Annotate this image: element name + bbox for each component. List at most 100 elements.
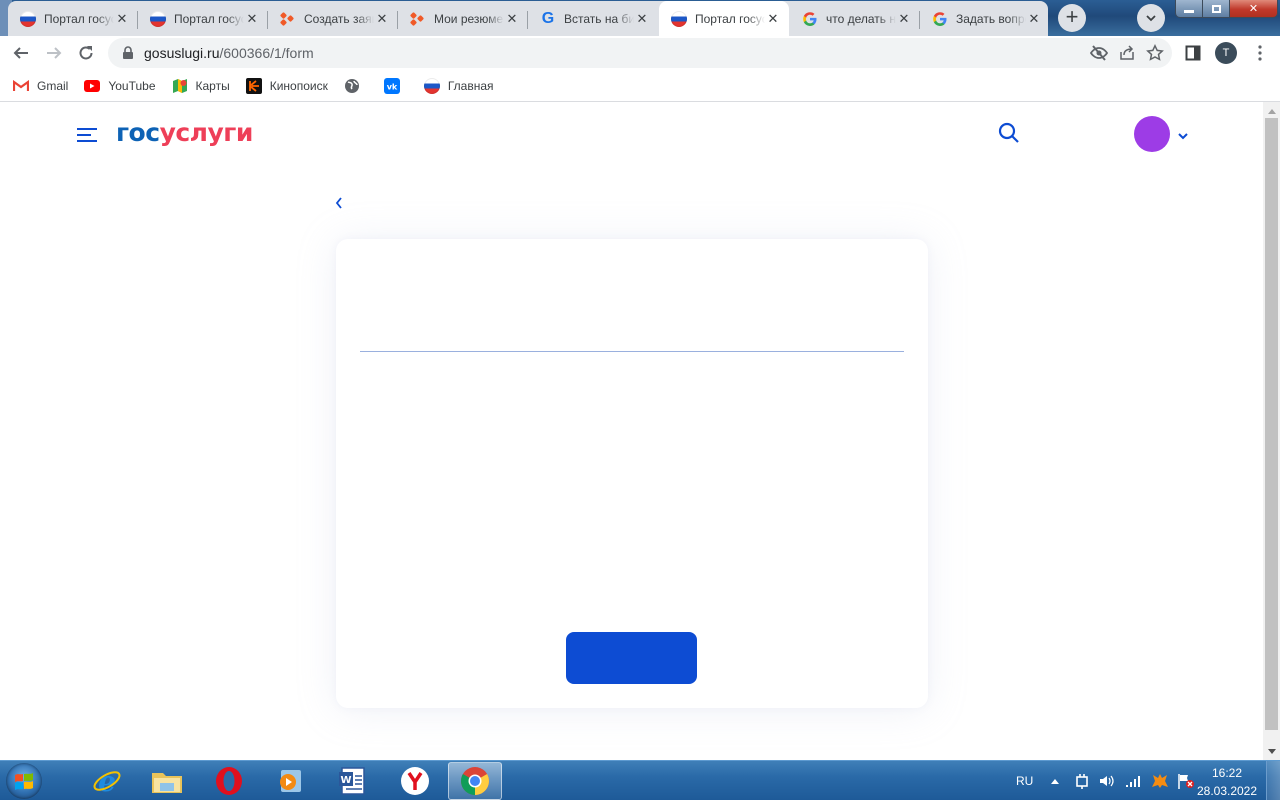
- side-panel-button[interactable]: [1180, 39, 1206, 67]
- bookmark-youtube[interactable]: YouTube: [84, 78, 156, 94]
- close-tab-icon[interactable]: ✕: [765, 11, 781, 27]
- page-scrollbar[interactable]: [1263, 102, 1280, 760]
- scroll-up-button[interactable]: [1263, 104, 1280, 118]
- close-tab-icon[interactable]: ✕: [1026, 11, 1042, 27]
- taskbar-app-opera[interactable]: [202, 762, 256, 800]
- clock-date: 28.03.2022: [1196, 784, 1258, 798]
- close-tab-icon[interactable]: ✕: [114, 11, 130, 27]
- taskbar-app-yandex-browser[interactable]: [388, 762, 442, 800]
- svg-text:vk: vk: [387, 82, 398, 91]
- taskbar-app-file-explorer[interactable]: [140, 762, 194, 800]
- bookmark-maps[interactable]: Карты: [172, 78, 230, 94]
- restore-icon: [1211, 4, 1221, 13]
- scrollbar-thumb[interactable]: [1265, 118, 1278, 730]
- bookmark-gmail[interactable]: Gmail: [13, 78, 68, 94]
- tab-my-resumes[interactable]: Мои резюме ✕: [398, 1, 528, 36]
- user-avatar[interactable]: [1134, 116, 1170, 152]
- bookmark-home[interactable]: Главная: [423, 77, 494, 94]
- user-menu-toggle[interactable]: [1177, 128, 1189, 146]
- russia-flag-icon: [150, 10, 166, 27]
- tab-title: Задать вопрос: [956, 11, 1026, 26]
- show-hidden-icons-icon[interactable]: [1051, 778, 1060, 784]
- avast-icon[interactable]: [1151, 773, 1169, 789]
- arrow-right-icon: [47, 47, 62, 59]
- start-button[interactable]: [6, 763, 42, 799]
- minimize-button[interactable]: [1176, 0, 1203, 17]
- gmail-icon: [13, 78, 29, 94]
- profile-button[interactable]: T: [1213, 39, 1239, 67]
- primary-submit-button[interactable]: [566, 632, 697, 684]
- close-tab-icon[interactable]: ✕: [244, 11, 260, 27]
- eye-off-icon[interactable]: [1090, 44, 1108, 62]
- tab-register-exchange[interactable]: G Встать на биржу ✕: [528, 1, 658, 36]
- page-content: госуслуги: [0, 102, 1263, 760]
- tab-title: Портал госуслуг: [44, 11, 114, 26]
- russia-flag-icon: [671, 10, 687, 27]
- back-button[interactable]: [7, 39, 35, 67]
- taskbar-app-internet-explorer[interactable]: e: [80, 762, 134, 800]
- scroll-down-button[interactable]: [1263, 744, 1280, 758]
- forward-button[interactable]: [40, 39, 68, 67]
- taskbar-app-media-player[interactable]: [262, 762, 316, 800]
- volume-icon[interactable]: [1099, 774, 1115, 788]
- star-icon[interactable]: [1146, 44, 1164, 62]
- triangle-up-icon: [1267, 108, 1276, 114]
- tab-gosuslugi-active[interactable]: Портал госуслуг ✕: [659, 1, 789, 36]
- bookmark-vk[interactable]: vk: [383, 77, 408, 94]
- close-tab-icon[interactable]: ✕: [634, 11, 650, 27]
- tab-gosuslugi-1[interactable]: Портал госуслуг ✕: [8, 1, 138, 36]
- share-icon[interactable]: [1118, 44, 1136, 62]
- close-window-button[interactable]: ✕: [1230, 0, 1277, 17]
- tab-create-request[interactable]: Создать заявку ✕: [268, 1, 398, 36]
- restore-button[interactable]: [1203, 0, 1230, 17]
- internet-explorer-icon: e: [93, 766, 121, 796]
- yandex-browser-icon: [401, 767, 429, 795]
- media-player-icon: [280, 770, 301, 792]
- bookmark-globe[interactable]: [344, 78, 368, 94]
- tab-google-search-2[interactable]: Задать вопрос ✕: [920, 1, 1050, 36]
- g-letter-icon: G: [541, 9, 555, 27]
- tab-title: Встать на биржу: [564, 11, 634, 26]
- menu-burger-button[interactable]: [77, 127, 97, 143]
- url-host: gosuslugi.ru: [144, 45, 220, 61]
- close-tab-icon[interactable]: ✕: [374, 11, 390, 27]
- bookmark-label: Кинопоиск: [269, 78, 328, 93]
- taskbar-app-chrome[interactable]: [448, 762, 502, 800]
- search-button[interactable]: [998, 122, 1020, 149]
- address-bar[interactable]: gosuslugi.ru/600366/1/form: [108, 38, 1172, 68]
- show-desktop-button[interactable]: [1266, 761, 1280, 800]
- tab-google-search-1[interactable]: что делать на ✕: [790, 1, 920, 36]
- lock-icon: [123, 46, 133, 59]
- network-signal-icon[interactable]: [1125, 774, 1141, 788]
- chevron-left-icon: [335, 197, 342, 209]
- tab-gosuslugi-2[interactable]: Портал госуслуг ✕: [138, 1, 268, 36]
- hh-icon: [279, 11, 296, 27]
- opera-icon: [216, 767, 242, 795]
- menu-button[interactable]: [1247, 39, 1273, 67]
- maps-icon: [172, 78, 188, 94]
- profile-avatar: T: [1215, 42, 1237, 64]
- power-plug-icon[interactable]: [1075, 773, 1089, 789]
- tab-search-button[interactable]: [1137, 4, 1165, 32]
- gosuslugi-logo[interactable]: госуслуги: [116, 118, 253, 147]
- system-clock[interactable]: 16:22 28.03.2022: [1192, 766, 1262, 799]
- language-indicator[interactable]: RU: [1016, 774, 1033, 788]
- clock-time: 16:22: [1211, 766, 1243, 780]
- close-tab-icon[interactable]: ✕: [896, 11, 912, 27]
- back-link[interactable]: [334, 196, 344, 215]
- google-icon: [932, 11, 948, 27]
- chevron-down-icon: [1178, 133, 1188, 140]
- close-tab-icon[interactable]: ✕: [504, 11, 520, 27]
- side-panel-icon: [1185, 45, 1201, 61]
- windows-logo-icon: [15, 773, 33, 790]
- reload-button[interactable]: [72, 39, 100, 67]
- logo-part-uslugi: услуги: [159, 118, 254, 147]
- russia-flag-icon: [20, 10, 36, 27]
- burger-line: [77, 128, 97, 130]
- bookmark-kinopoisk[interactable]: Кинопоиск: [245, 77, 328, 94]
- windows-taskbar: e W RU 16:22 28.03.2022: [0, 760, 1280, 800]
- bookmark-label: Gmail: [37, 78, 69, 93]
- taskbar-app-word[interactable]: W: [325, 762, 379, 800]
- minimize-icon: [1184, 9, 1194, 13]
- new-tab-button[interactable]: +: [1058, 4, 1086, 32]
